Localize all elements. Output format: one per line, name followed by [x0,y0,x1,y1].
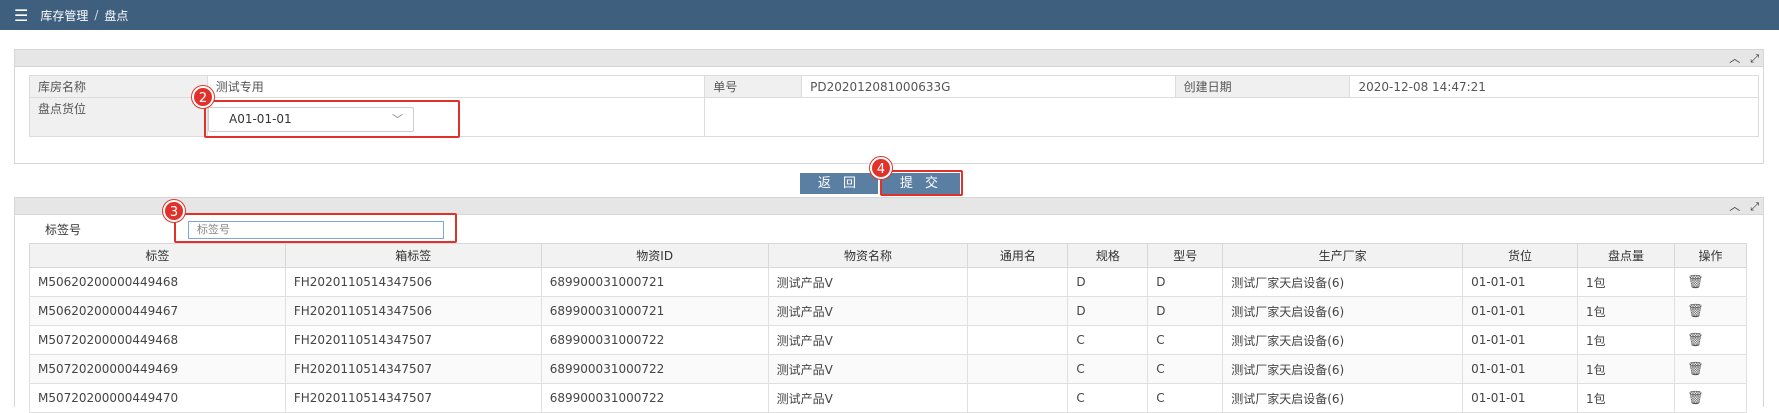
cell-box-tag: FH202011051434750​7 [284,354,542,384]
table-row: M50720200000449470 FH202011051434750​7 689… [29,383,1748,413]
cell-tag: M50720200000449469 [29,354,286,384]
cell-spec: D [1067,267,1149,297]
cell-material-name: 测试产品V [767,325,969,355]
cell-tag: M50620200000449467 [29,296,286,326]
col-location: 货位 [1462,243,1579,268]
cell-quantity: 1包 [1577,383,1675,413]
empty-cell [705,98,1758,136]
cell-box-tag: FH202011051434750​7 [284,325,542,355]
col-spec: 规格 [1067,243,1149,268]
cell-location: 01-01-01 [1462,354,1579,384]
tag-label: 标签号 [45,223,82,237]
chevron-up-icon[interactable]: ︿ [1729,50,1740,67]
cell-generic-name [967,354,1069,384]
cell-quantity: 1包 [1577,296,1675,326]
cell-material-name: 测试产品V [767,383,969,413]
panel-header: ︿ ⤢ [15,50,1763,67]
table-row: M50620200000449468 FH202011051434750​6 689… [29,267,1748,297]
breadcrumb-separator: / [94,8,99,22]
cell-tag: M50620200000449468 [29,267,286,297]
cell-material-name: 测试产品V [767,296,969,326]
cell-box-tag: FH202011051434750​6 [284,267,542,297]
cell-generic-name [967,325,1069,355]
warehouse-label: 库房名称 [30,76,208,97]
trash-icon[interactable]: 🗑 [1673,354,1748,384]
cell-spec: C [1067,383,1149,413]
col-manufacturer: 生产厂家 [1222,243,1464,268]
cell-material-name: 测试产品V [767,354,969,384]
col-generic-name: 通用名 [967,243,1069,268]
col-material-name: 物资名称 [767,243,969,268]
annotation-badge-2: 2 [192,86,214,108]
cell-manufacturer: 测试厂家天启设备(6) [1222,383,1464,413]
table-header-row: 标签 箱标签 物资ID 物资名称 通用名 规格 型号 生产厂家 货位 盘点量 操… [29,243,1748,268]
breadcrumb-section[interactable]: 库存管理 [40,7,88,24]
trash-icon[interactable]: 🗑 [1673,325,1748,355]
cell-material-id: 689900031000722 [540,383,769,413]
col-quantity: 盘点量 [1577,243,1675,268]
highlight-box-3 [174,213,457,243]
cell-material-id: 689900031000722 [540,325,769,355]
highlight-box-4 [880,170,963,196]
back-button[interactable]: 返 回 [800,173,878,194]
cell-model: C [1147,354,1224,384]
cell-tag: M50720200000449468 [29,325,286,355]
cell-location: 01-01-01 [1462,383,1579,413]
warehouse-value: 测试专用 [208,76,706,97]
trash-icon[interactable]: 🗑 [1673,383,1748,413]
trash-icon[interactable]: 🗑 [1673,296,1748,326]
cell-location: 01-01-01 [1462,267,1579,297]
col-tag: 标签 [29,243,286,268]
cell-material-name: 测试产品V [767,267,969,297]
col-model: 型号 [1147,243,1224,268]
cell-material-id: 689900031000721 [540,296,769,326]
chevron-up-icon[interactable]: ︿ [1729,198,1740,215]
expand-icon[interactable]: ⤢ [1750,50,1759,67]
cell-manufacturer: 测试厂家天启设备(6) [1222,354,1464,384]
cell-model: C [1147,383,1224,413]
cell-model: D [1147,267,1224,297]
cell-model: D [1147,296,1224,326]
cell-box-tag: FH202011051434750​7 [284,383,542,413]
cell-generic-name [967,296,1069,326]
expand-icon[interactable]: ⤢ [1750,198,1759,215]
breadcrumb-page: 盘点 [104,8,129,23]
annotation-badge-3: 3 [163,200,185,222]
cell-quantity: 1包 [1577,354,1675,384]
cell-spec: C [1067,354,1149,384]
cell-spec: D [1067,296,1149,326]
cell-model: C [1147,325,1224,355]
order-label: 单号 [705,76,803,97]
cell-tag: M50720200000449470 [29,383,286,413]
highlight-box-2 [204,100,460,138]
tag-table: 标签 箱标签 物资ID 物资名称 通用名 规格 型号 生产厂家 货位 盘点量 操… [29,243,1748,413]
cell-material-id: 689900031000721 [540,267,769,297]
top-bar: ☰ 库存管理 / 盘点 [0,0,1779,30]
order-value: PD202012081000633G [802,76,1176,97]
cell-spec: C [1067,325,1149,355]
created-value: 2020-12-08 14:47:21 [1358,80,1486,94]
cell-box-tag: FH202011051434750​6 [284,296,542,326]
cell-material-id: 689900031000722 [540,354,769,384]
cell-generic-name [967,267,1069,297]
created-label: 创建日期 [1175,76,1351,97]
cell-quantity: 1包 [1577,267,1675,297]
cell-generic-name [967,383,1069,413]
table-row: M50720200000449469 FH202011051434750​7 689… [29,354,1748,384]
hamburger-icon[interactable]: ☰ [14,6,28,25]
cell-location: 01-01-01 [1462,325,1579,355]
cell-quantity: 1包 [1577,325,1675,355]
annotation-badge-4: 4 [870,157,892,179]
table-row: M50620200000449467 FH202011051434750​6 689… [29,296,1748,326]
cell-manufacturer: 测试厂家天启设备(6) [1222,296,1464,326]
cell-manufacturer: 测试厂家天启设备(6) [1222,325,1464,355]
location-label: 盘点货位 [30,98,208,136]
table-row: M50720200000449468 FH202011051434750​7 689… [29,325,1748,355]
cell-manufacturer: 测试厂家天启设备(6) [1222,267,1464,297]
col-box-tag: 箱标签 [284,243,542,268]
cell-location: 01-01-01 [1462,296,1579,326]
trash-icon[interactable]: 🗑 [1673,267,1748,297]
col-actions: 操作 [1673,243,1748,268]
col-material-id: 物资ID [540,243,769,268]
